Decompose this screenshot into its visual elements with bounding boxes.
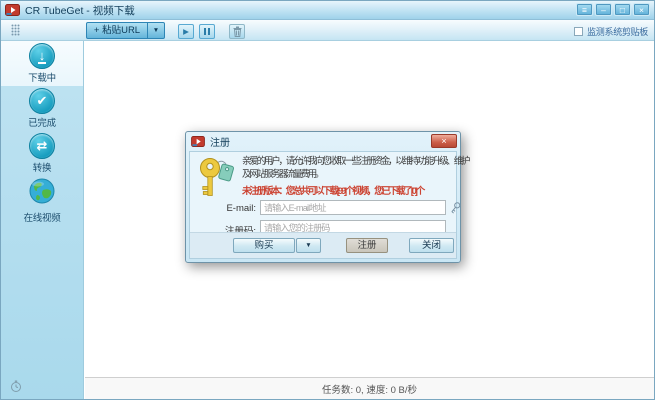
sidebar-item-label: 已完成 [1, 115, 83, 129]
sidebar-item-completed[interactable]: ✔ 已完成 [1, 86, 83, 131]
buy-button[interactable]: 购买 [233, 238, 295, 253]
dialog-close-icon[interactable]: × [431, 134, 457, 148]
sidebar-item-label: 转换 [1, 160, 83, 174]
sidebar: ↓ 下载中 ✔ 已完成 ⇄ 转换 在线视频 [1, 41, 84, 399]
buy-dropdown-icon[interactable]: ▼ [296, 238, 321, 253]
paste-url-button[interactable]: + 粘贴URL [86, 22, 148, 39]
clipboard-monitor-checkbox[interactable] [574, 27, 583, 36]
download-circle-icon: ↓ [29, 43, 55, 69]
play-icon: ▶ [183, 27, 189, 36]
dialog-title: 注册 [210, 134, 230, 149]
dialog-body: 亲爱的用户，请允许我向您收取一些注册资金，以维持功能升级、维护 及网站服务器流量… [189, 151, 457, 259]
sidebar-item-label: 下载中 [1, 70, 83, 84]
check-circle-icon: ✔ [29, 88, 55, 114]
paste-url-dropdown-icon[interactable]: ▼ [148, 22, 165, 39]
dialog-message: 亲爱的用户，请允许我向您收取一些注册资金，以维持功能升级、维护 及网站服务器流量… [242, 155, 456, 181]
globe-icon [29, 178, 55, 204]
register-dialog: 注册 × 亲爱的用户，请允许我向您收取一些注册资金，以维持功能升级、维护 及网站… [185, 131, 461, 263]
unregistered-notice: 未注册版本：您总共可以下载[99]个视频，您已下载了[0]个 [242, 183, 423, 197]
key-with-tag-icon [197, 156, 237, 202]
status-text: 任务数: 0, 速度: 0 B/秒 [322, 382, 417, 396]
trash-icon [233, 26, 242, 37]
sidebar-item-convert[interactable]: ⇄ 转换 [1, 131, 83, 176]
paste-url-group: + 粘贴URL ▼ [86, 22, 165, 39]
minimize-icon[interactable]: – [595, 3, 612, 16]
clipboard-monitor-label[interactable]: 监测系统剪贴板 [587, 25, 648, 38]
dialog-footer: 购买 ▼ 注册 关闭 [190, 232, 456, 258]
app-icon [5, 4, 20, 16]
clock-icon [10, 380, 22, 393]
window-controls: ≡ – □ × [576, 3, 650, 16]
email-field[interactable] [260, 200, 446, 215]
window-title: CR TubeGet - 视频下载 [25, 3, 135, 18]
clipboard-monitor-option: 监测系统剪贴板 [574, 25, 648, 38]
delete-task-button[interactable] [229, 24, 245, 39]
close-button[interactable]: 关闭 [409, 238, 454, 253]
pause-download-button[interactable] [199, 24, 215, 39]
start-download-button[interactable]: ▶ [178, 24, 194, 39]
statusbar: 任务数: 0, 速度: 0 B/秒 [85, 377, 654, 399]
app-window: CR TubeGet - 视频下载 ≡ – □ × + 粘贴URL ▼ ▶ [0, 0, 655, 400]
sidebar-item-downloading[interactable]: ↓ 下载中 [1, 41, 83, 86]
sidebar-item-online-video[interactable]: 在线视频 [1, 176, 83, 221]
dialog-titlebar: 注册 × [186, 132, 460, 151]
convert-circle-icon: ⇄ [29, 133, 55, 159]
sidebar-item-label: 在线视频 [1, 210, 83, 224]
toolbar: + 粘贴URL ▼ ▶ 监测系统剪贴板 [1, 20, 654, 41]
register-button[interactable]: 注册 [346, 238, 388, 253]
titlebar: CR TubeGet - 视频下载 ≡ – □ × [1, 1, 654, 20]
menu-icon[interactable]: ≡ [576, 3, 593, 16]
email-label: E-mail: [190, 203, 256, 214]
maximize-icon[interactable]: □ [614, 3, 631, 16]
grip-dots-icon [11, 24, 20, 36]
key-button[interactable] [449, 201, 462, 215]
pause-icon [204, 28, 206, 35]
close-icon[interactable]: × [633, 3, 650, 16]
small-key-icon [449, 201, 462, 215]
dialog-app-icon [191, 136, 205, 147]
